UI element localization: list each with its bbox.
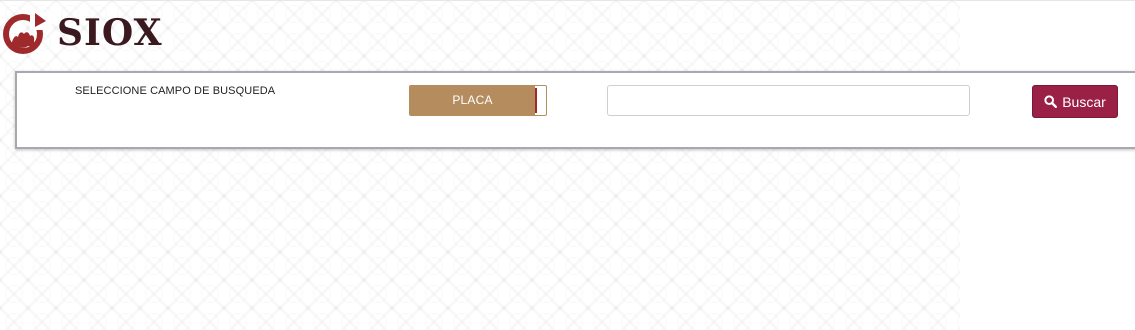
search-panel: SELECCIONE CAMPO DE BUSQUEDA PLACA Busca… (15, 71, 1135, 149)
page: SIOX SELECCIONE CAMPO DE BUSQUEDA PLACA … (0, 0, 1135, 330)
siox-logo-icon[interactable] (2, 10, 52, 56)
search-field-label: SELECCIONE CAMPO DE BUSQUEDA (75, 85, 276, 97)
search-input[interactable] (607, 85, 970, 116)
search-icon (1044, 95, 1058, 108)
brand-name: SIOX (57, 12, 163, 54)
header: SIOX (0, 0, 260, 62)
buscar-label: Buscar (1062, 93, 1106, 110)
buscar-button[interactable]: Buscar (1032, 85, 1118, 118)
search-field-toggle[interactable]: PLACA (409, 85, 547, 116)
toggle-label: PLACA (452, 93, 493, 107)
toggle-handle[interactable] (535, 88, 545, 113)
